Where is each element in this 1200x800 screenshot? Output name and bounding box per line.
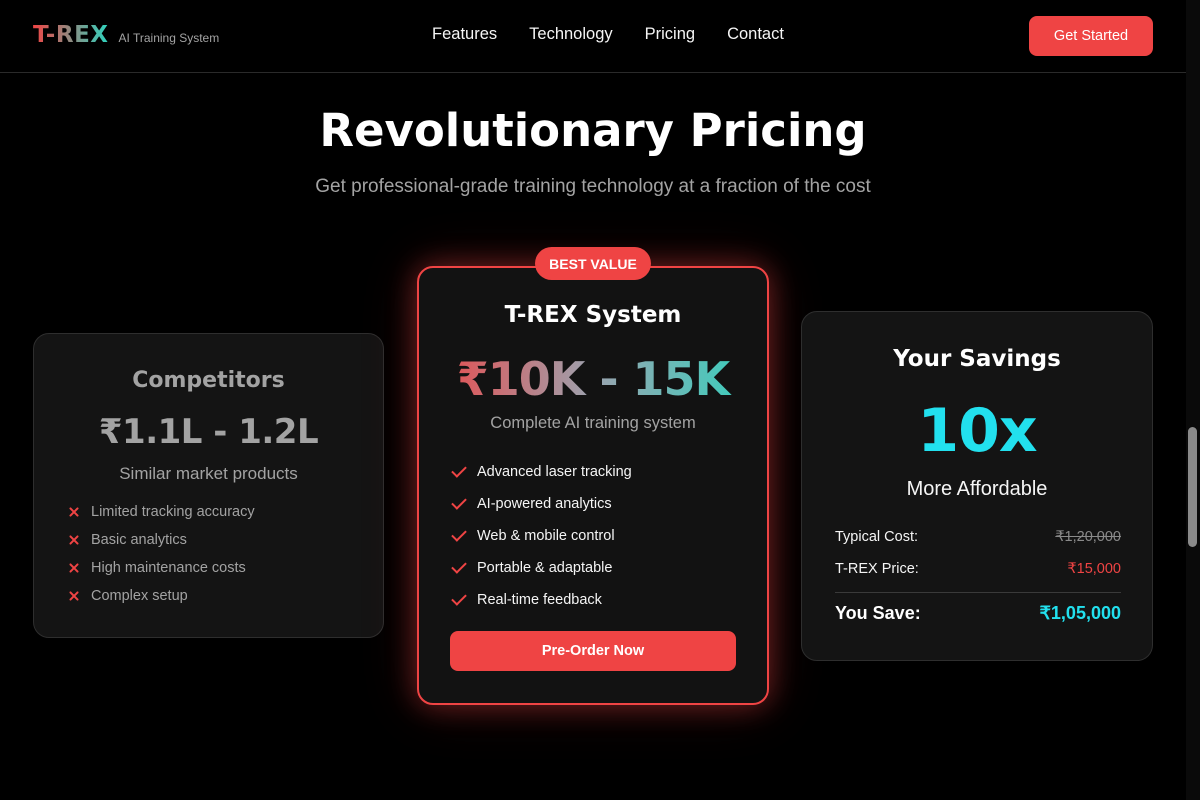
page-subtitle: Get professional-grade training technolo… [315, 176, 871, 197]
nav-link-contact[interactable]: Contact [727, 25, 784, 44]
nav-link-pricing[interactable]: Pricing [645, 25, 695, 44]
competitors-description: Similar market products [119, 464, 298, 483]
savings-title: Your Savings [893, 346, 1061, 372]
check-icon [451, 494, 467, 510]
divider [835, 592, 1121, 593]
you-save-value: ₹1,05,000 [1039, 603, 1121, 623]
pre-order-button[interactable]: Pre-Order Now [450, 631, 736, 671]
nav-links: Features Technology Pricing Contact [0, 25, 1186, 44]
trex-feature-list: Advanced laser tracking AI-powered analy… [451, 456, 632, 616]
competitors-feature-list: Limited tracking accuracy Basic analytic… [67, 498, 255, 610]
typical-cost-label: Typical Cost: [835, 529, 918, 545]
list-item-label: AI-powered analytics [477, 496, 612, 512]
trex-price-label: T-REX Price: [835, 561, 919, 577]
list-item-label: Portable & adaptable [477, 560, 613, 576]
best-value-badge: BEST VALUE [535, 247, 651, 280]
page-title: Revolutionary Pricing [319, 104, 867, 157]
list-item-label: Real-time feedback [477, 592, 602, 608]
competitors-price: ₹1.1L - 1.2L [98, 412, 319, 452]
trex-price: ₹10K - 15K [419, 352, 767, 406]
trex-description: Complete AI training system [490, 414, 696, 432]
competitors-title: Competitors [132, 368, 285, 393]
x-icon [68, 590, 80, 602]
list-item: Real-time feedback [451, 584, 632, 616]
list-item: Portable & adaptable [451, 552, 632, 584]
list-item-label: Complex setup [91, 588, 188, 604]
you-save-label: You Save: [835, 603, 921, 623]
nav-link-technology[interactable]: Technology [529, 25, 612, 44]
competitors-card: Competitors ₹1.1L - 1.2L Similar market … [33, 333, 384, 638]
typical-cost-row: Typical Cost: ₹1,20,000 [835, 529, 1121, 545]
you-save-row: You Save: ₹1,05,000 [835, 603, 1121, 624]
list-item: Advanced laser tracking [451, 456, 632, 488]
x-icon [68, 506, 80, 518]
savings-card: Your Savings 10x More Affordable Typical… [801, 311, 1153, 661]
list-item-label: High maintenance costs [91, 560, 246, 576]
list-item-label: Limited tracking accuracy [91, 504, 255, 520]
trex-title: T-REX System [504, 302, 682, 328]
list-item: Web & mobile control [451, 520, 632, 552]
scrollbar-track[interactable] [1186, 0, 1200, 800]
x-icon [68, 562, 80, 574]
list-item: Complex setup [67, 582, 255, 610]
list-item: High maintenance costs [67, 554, 255, 582]
nav-link-features[interactable]: Features [432, 25, 497, 44]
list-item: Basic analytics [67, 526, 255, 554]
check-icon [451, 526, 467, 542]
savings-multiplier: 10x [917, 396, 1037, 466]
list-item-label: Advanced laser tracking [477, 464, 632, 480]
trex-price-row: T-REX Price: ₹15,000 [835, 561, 1121, 577]
top-nav: T-REX AI Training System Features Techno… [0, 0, 1186, 73]
get-started-button[interactable]: Get Started [1029, 16, 1153, 56]
list-item: AI-powered analytics [451, 488, 632, 520]
typical-cost-value: ₹1,20,000 [1055, 529, 1121, 545]
trex-price-value: ₹15,000 [1067, 561, 1121, 577]
scrollbar-thumb[interactable] [1188, 427, 1197, 547]
list-item: Limited tracking accuracy [67, 498, 255, 526]
x-icon [68, 534, 80, 546]
check-icon [451, 590, 467, 606]
list-item-label: Web & mobile control [477, 528, 615, 544]
trex-card: T-REX System ₹10K - 15K Complete AI trai… [417, 266, 769, 705]
savings-subtitle: More Affordable [906, 478, 1048, 500]
check-icon [451, 558, 467, 574]
list-item-label: Basic analytics [91, 532, 187, 548]
check-icon [451, 462, 467, 478]
